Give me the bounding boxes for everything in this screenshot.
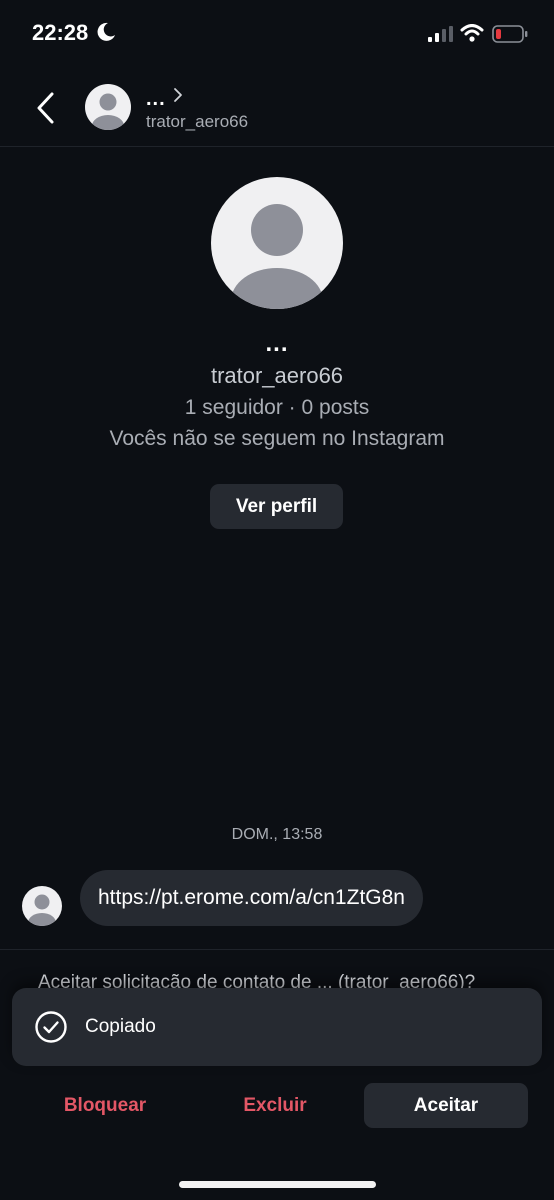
check-circle-icon	[35, 1011, 67, 1043]
message-bubble[interactable]: https://pt.erome.com/a/cn1ZtG8n	[80, 870, 423, 926]
header-divider	[0, 146, 554, 147]
profile-display-name: ...	[265, 330, 289, 357]
message-timestamp: DOM., 13:58	[231, 826, 323, 843]
header-username[interactable]: trator_aero66	[146, 112, 248, 132]
wifi-icon	[460, 24, 484, 42]
profile-stats: 1 seguidor · 0 posts	[184, 396, 370, 419]
battery-low-icon	[492, 25, 528, 43]
header-avatar[interactable]	[85, 84, 131, 130]
view-profile-button[interactable]: Ver perfil	[210, 484, 343, 529]
sender-avatar[interactable]	[22, 886, 62, 926]
header-display-name[interactable]: ...	[146, 88, 166, 111]
messages-divider	[0, 949, 554, 950]
avatar-placeholder-icon	[22, 886, 62, 926]
avatar-placeholder-icon	[211, 177, 343, 309]
profile-username: trator_aero66	[210, 363, 344, 388]
chevron-right-icon[interactable]	[172, 87, 184, 103]
back-button[interactable]	[30, 88, 64, 128]
accept-button[interactable]: Aceitar	[364, 1083, 528, 1128]
toast: Copiado	[12, 988, 542, 1066]
profile-avatar[interactable]	[211, 177, 343, 309]
toast-text: Copiado	[85, 1016, 156, 1037]
moon-icon	[97, 22, 115, 41]
signal-icon	[428, 26, 453, 42]
home-indicator[interactable]	[179, 1181, 376, 1188]
profile-mutual-text: Vocês não se seguem no Instagram	[109, 427, 445, 450]
status-time: 22:28	[32, 20, 89, 45]
block-button[interactable]: Bloquear	[30, 1083, 180, 1128]
avatar-placeholder-icon	[85, 84, 131, 130]
delete-button[interactable]: Excluir	[200, 1083, 350, 1128]
